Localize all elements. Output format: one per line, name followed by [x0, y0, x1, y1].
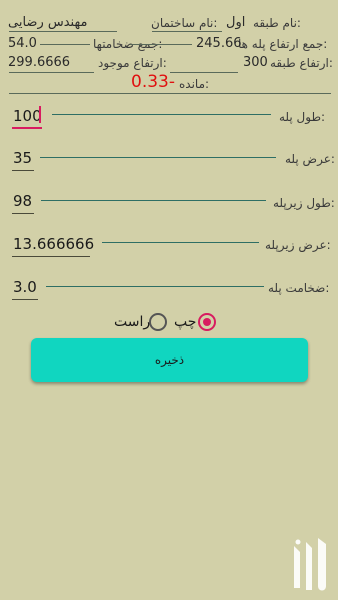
direction-right-label[interactable]: راست: [114, 314, 150, 330]
stair-width-line: [40, 157, 276, 158]
sum-thickness-value: 54.0: [8, 36, 37, 51]
info-divider: [40, 44, 90, 45]
direction-left-label[interactable]: چپ: [174, 314, 196, 330]
direction-left-radio[interactable]: [198, 313, 216, 331]
building-name-value: مهندس رضایی: [8, 15, 88, 30]
text-cursor: [39, 106, 41, 123]
floor-height-label: ارتفاع طبقه:: [270, 56, 333, 70]
riser-width-underline: [12, 256, 90, 257]
sum-step-height-label: جمع ارتفاع پله ها:: [238, 37, 328, 51]
info-divider: [9, 31, 117, 32]
riser-length-input[interactable]: 98: [13, 192, 32, 210]
riser-length-underline: [12, 213, 34, 214]
riser-width-line: [102, 242, 259, 243]
sum-step-height-value: 245.66: [196, 36, 242, 51]
stair-width-underline: [12, 170, 34, 171]
stair-width-label: عرض پله:: [285, 152, 335, 166]
direction-right-radio[interactable]: [149, 313, 167, 331]
remaining-label: مانده:: [179, 77, 210, 91]
riser-width-label: عرض زیرپله:: [265, 238, 331, 252]
existing-height-value: 299.6666: [8, 55, 71, 70]
stair-thickness-underline: [12, 299, 38, 300]
stair-length-input[interactable]: 100: [13, 107, 42, 125]
building-name-label: نام ساختمان:: [151, 16, 218, 30]
riser-length-label: طول زیرپله:: [273, 196, 335, 210]
floor-name-value: اول: [226, 15, 246, 30]
riser-width-input[interactable]: 13.666666: [13, 235, 94, 253]
stair-thickness-label: ضخامت پله:: [268, 281, 330, 295]
bazaar-logo-icon: [294, 538, 326, 591]
info-divider: [170, 72, 238, 73]
stair-width-input[interactable]: 35: [13, 149, 32, 167]
floor-height-value: 300: [243, 55, 268, 70]
riser-length-line: [41, 200, 266, 201]
save-button-label: ذخیره: [154, 353, 185, 367]
info-divider: [9, 93, 331, 94]
stair-thickness-input[interactable]: 3.0: [13, 278, 37, 296]
remaining-value: 0.33-: [131, 72, 175, 92]
info-divider: [130, 44, 192, 45]
info-divider: [152, 31, 222, 32]
floor-name-label: نام طبقه:: [253, 16, 301, 30]
stair-length-line: [52, 114, 271, 115]
save-button[interactable]: ذخیره: [31, 338, 308, 382]
stair-length-underline: [12, 127, 42, 129]
stair-thickness-line: [46, 286, 264, 287]
info-divider: [9, 72, 94, 73]
stair-length-label: طول پله:: [279, 110, 326, 124]
existing-height-label: ارتفاع موجود:: [98, 56, 167, 70]
